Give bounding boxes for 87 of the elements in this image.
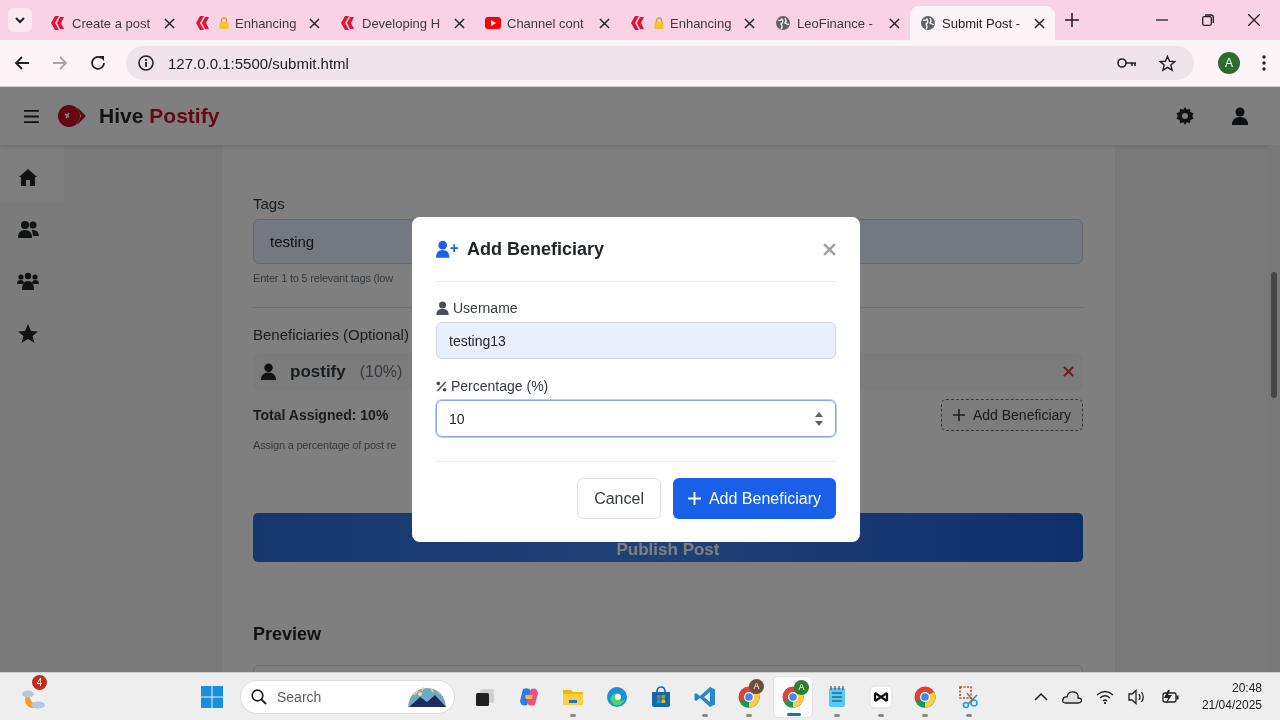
plus-icon bbox=[952, 409, 965, 421]
address-bar[interactable]: 127.0.0.1:5500/submit.html bbox=[126, 46, 1194, 80]
close-icon[interactable] bbox=[1248, 14, 1260, 26]
remove-icon[interactable] bbox=[1063, 366, 1074, 377]
stepper-arrows-icon[interactable] bbox=[815, 411, 823, 426]
hive-logo-icon bbox=[195, 15, 211, 31]
chrome-icon bbox=[913, 684, 937, 709]
add-user-icon bbox=[436, 240, 459, 258]
beneficiary-name: postify bbox=[290, 361, 346, 382]
restore-icon[interactable] bbox=[1202, 14, 1214, 26]
brand-logo-icon bbox=[57, 104, 87, 128]
menu-icon[interactable] bbox=[24, 109, 39, 123]
search-icon bbox=[251, 688, 267, 705]
volume-icon[interactable] bbox=[1127, 688, 1146, 705]
browser-tab[interactable]: LeoFinance - bbox=[765, 6, 910, 40]
add-beneficiary-button[interactable]: Add Beneficiary bbox=[940, 399, 1083, 431]
person-icon bbox=[261, 363, 276, 380]
close-tab-icon[interactable] bbox=[309, 17, 320, 29]
info-icon bbox=[138, 55, 154, 71]
input-field[interactable]: testing13 bbox=[436, 322, 836, 359]
hive-logo-icon bbox=[50, 15, 66, 31]
user-icon[interactable] bbox=[1232, 107, 1248, 125]
battery-charging-icon[interactable] bbox=[1159, 688, 1180, 705]
brand-name: Postify bbox=[149, 104, 220, 128]
scissors-icon bbox=[957, 684, 981, 709]
cloud-icon[interactable] bbox=[1061, 689, 1082, 704]
help-text: Enter 1 to 5 relevant tags (low bbox=[253, 272, 393, 284]
percent-icon bbox=[436, 380, 447, 392]
close-tab-icon[interactable] bbox=[164, 17, 175, 29]
store-icon bbox=[649, 684, 673, 709]
code-editor-icon bbox=[693, 684, 717, 709]
profile-badge: A bbox=[749, 678, 764, 694]
beneficiary-percent: (10%) bbox=[359, 362, 403, 381]
field-label: Tags bbox=[253, 195, 285, 212]
users-icon bbox=[17, 218, 39, 240]
globe-icon bbox=[920, 15, 936, 31]
star-icon bbox=[17, 322, 39, 344]
reload-icon[interactable] bbox=[90, 55, 106, 71]
start-icon[interactable] bbox=[200, 684, 224, 709]
brand-name: Hive bbox=[99, 104, 144, 128]
add-beneficiary-button[interactable]: Add Beneficiary bbox=[672, 478, 836, 519]
wifi-icon[interactable] bbox=[1095, 689, 1114, 704]
group-icon bbox=[17, 270, 39, 292]
browser-tab[interactable]: Submit Post - bbox=[910, 6, 1055, 40]
dialog-title: Add Beneficiary bbox=[467, 238, 605, 260]
globe-icon bbox=[775, 15, 791, 31]
play-icon bbox=[485, 15, 501, 31]
browser-tab[interactable]: Enhancing bbox=[620, 6, 765, 40]
show-hidden-icons-icon[interactable] bbox=[1033, 692, 1048, 701]
close-tab-icon[interactable] bbox=[1034, 17, 1045, 29]
capcut-icon bbox=[869, 684, 893, 709]
edge-icon bbox=[605, 684, 629, 709]
close-tab-icon[interactable] bbox=[744, 17, 755, 29]
taskbar-app[interactable]: A bbox=[773, 675, 813, 718]
new-tab-icon[interactable] bbox=[1065, 13, 1079, 27]
key-icon[interactable] bbox=[1117, 57, 1137, 69]
close-tab-icon[interactable] bbox=[454, 17, 465, 29]
taskbar-app[interactable]: A bbox=[729, 675, 769, 718]
browser-tab[interactable]: Create a post bbox=[40, 6, 185, 40]
help-text: Assign a percentage of post re bbox=[253, 439, 397, 451]
tab-list-button[interactable] bbox=[8, 8, 32, 32]
browser-tab[interactable]: Channel cont bbox=[475, 6, 620, 40]
hive-logo-icon bbox=[340, 15, 356, 31]
bookmark-star-icon[interactable] bbox=[1159, 54, 1176, 72]
more-menu-icon[interactable] bbox=[1262, 55, 1266, 71]
close-tab-icon[interactable] bbox=[599, 17, 610, 29]
plus-icon bbox=[687, 492, 701, 505]
back-arrow-icon[interactable] bbox=[14, 55, 30, 71]
settings-icon[interactable] bbox=[1176, 107, 1194, 125]
hive-logo-icon bbox=[630, 15, 646, 31]
total-assigned: Total Assigned: 10% bbox=[253, 407, 389, 423]
cancel-button[interactable]: Cancel bbox=[577, 478, 661, 519]
search-field[interactable]: Search bbox=[240, 679, 455, 714]
clock[interactable]: 20:48 21/04/2025 bbox=[1201, 679, 1262, 714]
person-icon bbox=[436, 301, 449, 315]
profile-avatar[interactable]: A bbox=[1218, 52, 1240, 74]
close-tab-icon[interactable] bbox=[889, 17, 900, 29]
profile-badge: A bbox=[794, 679, 809, 695]
browser-tab[interactable]: Developing H bbox=[330, 6, 475, 40]
field-label: Username bbox=[453, 300, 518, 316]
notification-badge: 4 bbox=[32, 674, 47, 690]
browser-tab[interactable]: Enhancing bbox=[185, 6, 330, 40]
home-icon bbox=[17, 166, 39, 188]
section-heading: Preview bbox=[253, 624, 322, 645]
field-label: Beneficiaries (Optional) bbox=[253, 326, 409, 343]
number-input-field[interactable]: 10 bbox=[436, 400, 836, 437]
field-label: Percentage (%) bbox=[451, 378, 549, 394]
